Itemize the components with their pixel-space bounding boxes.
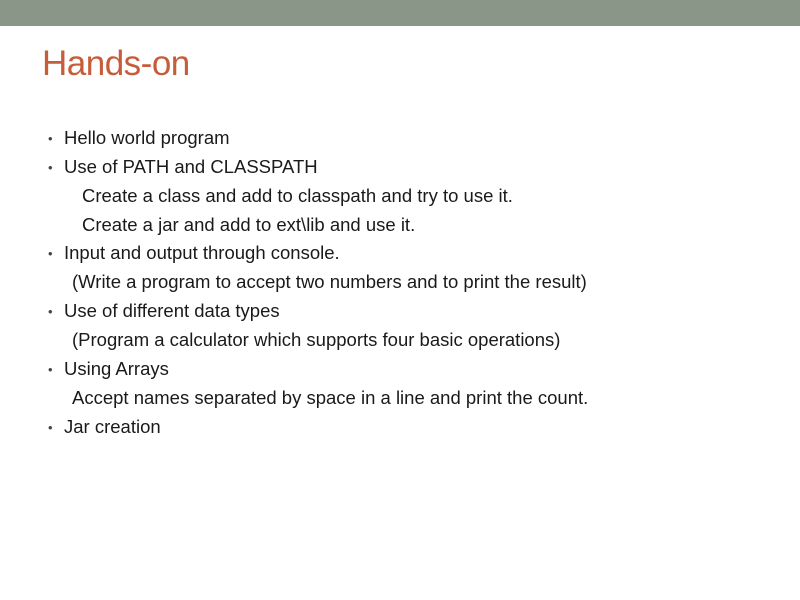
- subline-text: Create a class and add to classpath and …: [42, 182, 758, 211]
- item-text: Use of PATH and CLASSPATH: [64, 156, 318, 177]
- bullet-list: • Hello world program • Use of PATH and …: [42, 124, 758, 441]
- bullet-icon: •: [48, 124, 53, 153]
- item-text: Using Arrays: [64, 358, 169, 379]
- header-bar: [0, 0, 800, 26]
- item-text: Use of different data types: [64, 300, 280, 321]
- item-text: Hello world program: [64, 127, 230, 148]
- item-text: Jar creation: [64, 416, 161, 437]
- list-item: • Input and output through console.: [42, 239, 758, 268]
- bullet-icon: •: [48, 297, 53, 326]
- page-title: Hands-on: [42, 44, 758, 84]
- subline-text: (Program a calculator which supports fou…: [42, 326, 758, 355]
- list-item: • Using Arrays: [42, 355, 758, 384]
- bullet-icon: •: [48, 413, 53, 442]
- list-item: • Jar creation: [42, 413, 758, 442]
- bullet-icon: •: [48, 153, 53, 182]
- list-item: • Hello world program: [42, 124, 758, 153]
- bullet-icon: •: [48, 239, 53, 268]
- list-item: • Use of different data types: [42, 297, 758, 326]
- bullet-icon: •: [48, 355, 53, 384]
- item-text: Input and output through console.: [64, 242, 340, 263]
- subline-text: Accept names separated by space in a lin…: [42, 384, 758, 413]
- list-item: • Use of PATH and CLASSPATH: [42, 153, 758, 182]
- subline-text: Create a jar and add to ext\lib and use …: [42, 211, 758, 240]
- subline-text: (Write a program to accept two numbers a…: [42, 268, 758, 297]
- slide-content: Hands-on • Hello world program • Use of …: [0, 26, 800, 441]
